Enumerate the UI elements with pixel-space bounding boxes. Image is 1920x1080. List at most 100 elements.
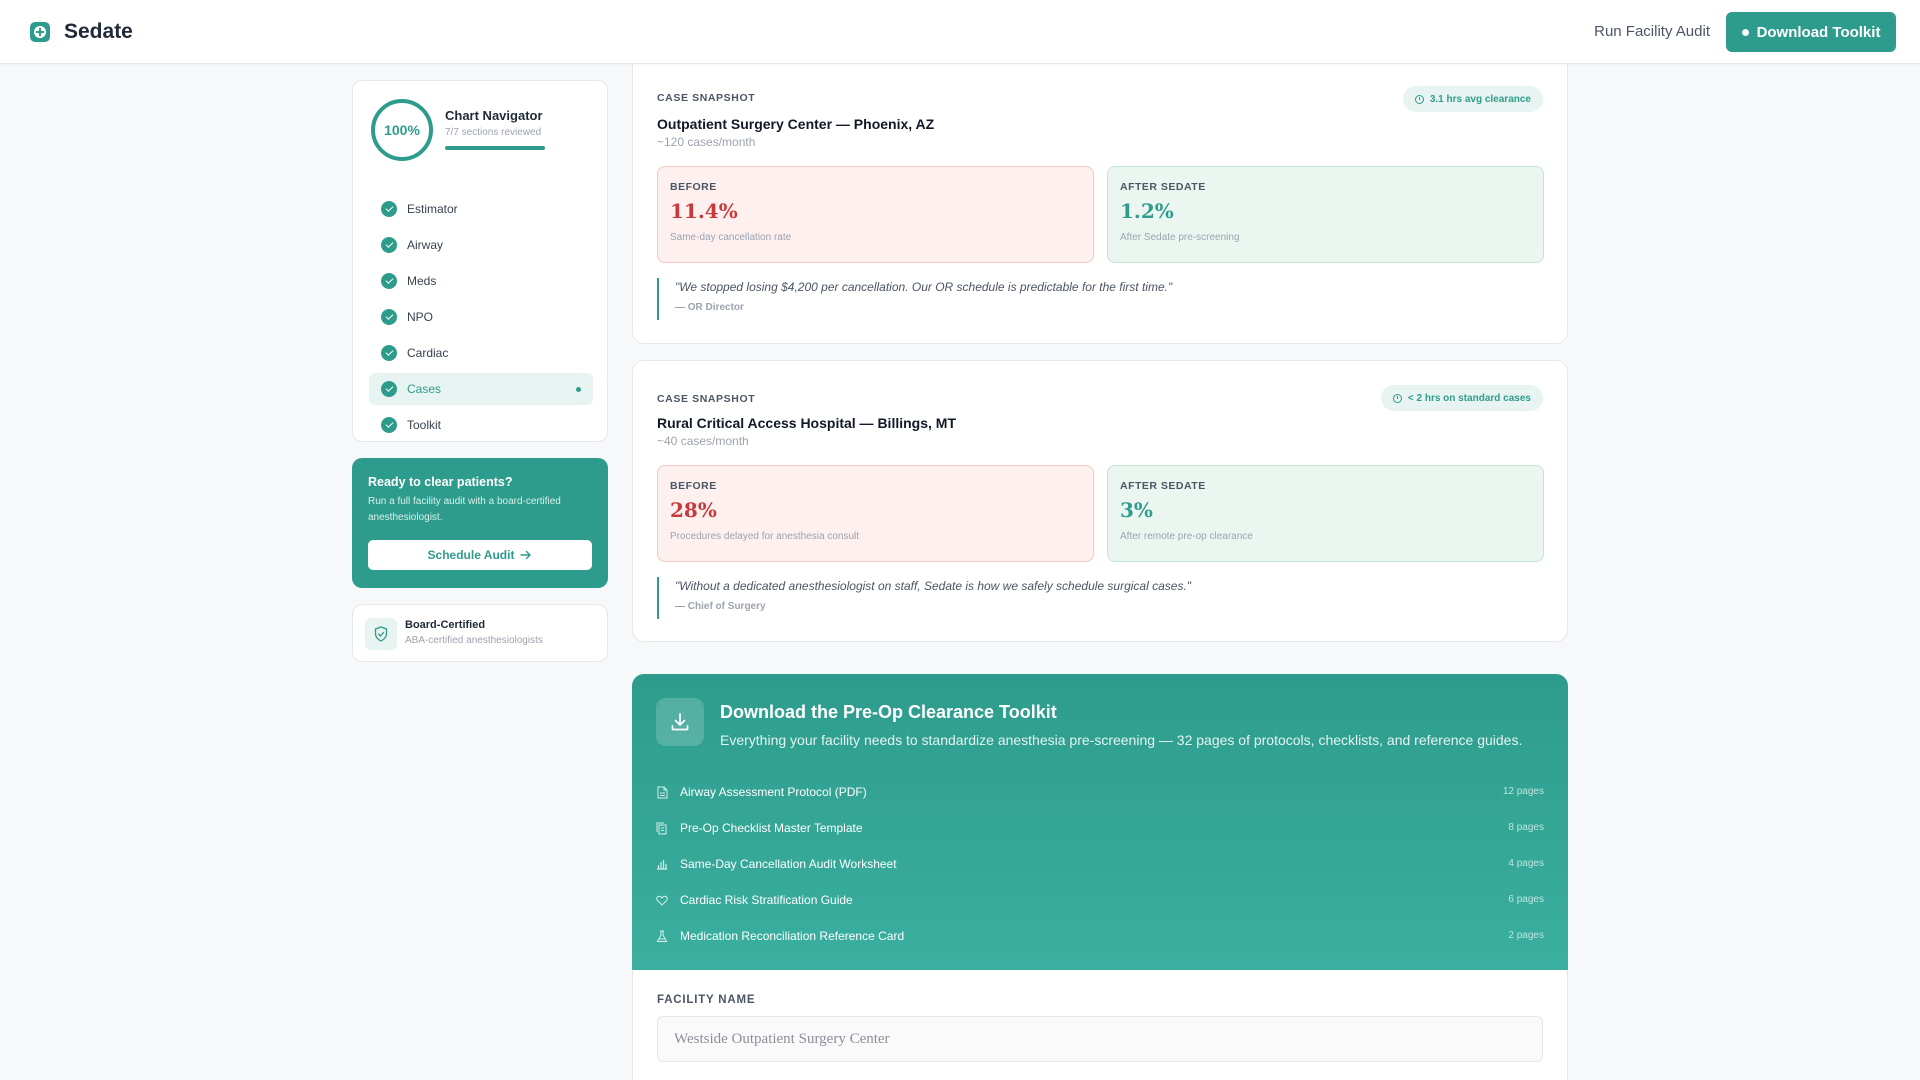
before-note: Procedures delayed for anesthesia consul… (670, 531, 860, 542)
nav-item-npo[interactable]: NPO (369, 301, 593, 333)
check-icon (381, 417, 397, 433)
nav-item-label: NPO (407, 310, 434, 324)
after-value: 1.2% (1120, 199, 1174, 223)
after-metric-box: AFTER SEDATE 3% After remote pre-op clea… (1107, 465, 1544, 562)
schedule-audit-card: Ready to clear patients? Run a full faci… (352, 458, 608, 588)
active-indicator-dot (576, 387, 581, 392)
clock-icon (1414, 94, 1424, 104)
quote-attribution: — Chief of Surgery (675, 601, 766, 612)
toolkit-item: Medication Reconciliation Reference Card… (656, 918, 1544, 954)
nav-item-cases[interactable]: Cases (369, 373, 593, 405)
check-icon (381, 237, 397, 253)
brand[interactable]: Sedate (30, 20, 133, 44)
toolkit-item-pages: 8 pages (1508, 822, 1544, 833)
check-icon (381, 201, 397, 217)
chart-navigator-card: 100% Chart Navigator 7/7 sections review… (352, 80, 608, 442)
navigator-progress-bar (445, 146, 545, 150)
toolkit-item-label: Same-Day Cancellation Audit Worksheet (680, 857, 897, 871)
case-snapshot-card: CASE SNAPSHOT 3.1 hrs avg clearance Outp… (632, 60, 1568, 344)
cert-subtitle: ABA-certified anesthesiologists (405, 635, 543, 646)
check-icon (381, 345, 397, 361)
cta-text: Run a full facility audit with a board-c… (368, 496, 561, 523)
dot-icon (1741, 28, 1749, 36)
after-label: AFTER SEDATE (1120, 480, 1206, 492)
run-facility-audit-link[interactable]: Run Facility Audit (1594, 23, 1710, 40)
check-icon (381, 381, 397, 397)
testimonial-quote: "We stopped losing $4,200 per cancellati… (657, 278, 1537, 320)
sedate-logo-icon (30, 22, 50, 42)
case-label: CASE SNAPSHOT (657, 393, 756, 405)
document-icon (656, 786, 668, 798)
case-label: CASE SNAPSHOT (657, 92, 756, 104)
before-value: 11.4% (670, 199, 738, 223)
after-note: After remote pre-op clearance (1120, 531, 1253, 542)
nav-item-estimator[interactable]: Estimator (369, 193, 593, 225)
toolkit-item-pages: 4 pages (1508, 858, 1544, 869)
download-toolkit-button[interactable]: Download Toolkit (1726, 12, 1896, 52)
toolkit-item-pages: 12 pages (1502, 786, 1544, 797)
quote-text: "We stopped losing $4,200 per cancellati… (675, 280, 1173, 294)
nav-item-label: Cases (407, 382, 442, 396)
clearance-badge: < 2 hrs on standard cases (1380, 385, 1543, 411)
after-note: After Sedate pre-screening (1120, 232, 1240, 243)
toolkit-title: Download the Pre-Op Clearance Toolkit (720, 702, 1057, 722)
toolkit-item: Airway Assessment Protocol (PDF) 12 page… (656, 774, 1544, 810)
board-certified-card: Board-Certified ABA-certified anesthesio… (352, 604, 608, 662)
after-label: AFTER SEDATE (1120, 181, 1206, 193)
check-icon (381, 273, 397, 289)
bar-chart-icon (656, 858, 668, 870)
quote-text: "Without a dedicated anesthesiologist on… (675, 579, 1192, 593)
after-metric-box: AFTER SEDATE 1.2% After Sedate pre-scree… (1107, 166, 1544, 263)
case-title: Outpatient Surgery Center — Phoenix, AZ (657, 116, 935, 132)
nav-item-cardiac[interactable]: Cardiac (369, 337, 593, 369)
cta-title: Ready to clear patients? (368, 475, 513, 489)
before-value: 28% (670, 498, 717, 522)
schedule-audit-label: Schedule Audit (427, 548, 515, 562)
facility-name-input[interactable] (657, 1016, 1543, 1062)
navigator-list: Estimator Airway Meds NPO Cardiac Cases … (369, 193, 593, 445)
clearance-badge: 3.1 hrs avg clearance (1402, 86, 1543, 112)
nav-item-airway[interactable]: Airway (369, 229, 593, 261)
toolkit-download-panel: Download the Pre-Op Clearance Toolkit Ev… (632, 674, 1568, 970)
before-label: BEFORE (670, 480, 717, 492)
toolkit-item-pages: 2 pages (1508, 930, 1544, 941)
nav-item-label: Airway (407, 238, 444, 252)
case-title: Rural Critical Access Hospital — Billing… (657, 415, 956, 431)
heart-icon (656, 894, 668, 906)
arrow-right-icon (520, 550, 532, 560)
toolkit-item-label: Pre-Op Checklist Master Template (680, 821, 863, 835)
schedule-audit-button[interactable]: Schedule Audit (368, 540, 592, 570)
toolkit-item-label: Airway Assessment Protocol (PDF) (680, 785, 867, 799)
flask-icon (656, 930, 668, 942)
toolkit-item-pages: 6 pages (1508, 894, 1544, 905)
case-snapshot-card: CASE SNAPSHOT < 2 hrs on standard cases … (632, 360, 1568, 642)
toolkit-request-form: FACILITY NAME (632, 970, 1568, 1080)
download-toolkit-label: Download Toolkit (1756, 23, 1881, 41)
nav-item-label: Toolkit (407, 418, 442, 432)
nav-item-meds[interactable]: Meds (369, 265, 593, 297)
progress-percent: 100% (384, 122, 420, 138)
facility-name-label: FACILITY NAME (657, 994, 756, 1006)
before-metric-box: BEFORE 28% Procedures delayed for anesth… (657, 465, 1094, 562)
navigator-progress-fill (445, 146, 545, 150)
nav-item-label: Estimator (407, 202, 458, 216)
nav-item-toolkit[interactable]: Toolkit (369, 409, 593, 441)
toolkit-item: Cardiac Risk Stratification Guide 6 page… (656, 882, 1544, 918)
after-value: 3% (1120, 498, 1153, 522)
toolkit-item-label: Cardiac Risk Stratification Guide (680, 893, 853, 907)
toolkit-item: Same-Day Cancellation Audit Worksheet 4 … (656, 846, 1544, 882)
download-icon (656, 698, 704, 746)
toolkit-item-label: Medication Reconciliation Reference Card (680, 929, 905, 943)
check-icon (381, 309, 397, 325)
quote-attribution: — OR Director (675, 302, 744, 313)
testimonial-quote: "Without a dedicated anesthesiologist on… (657, 577, 1537, 619)
navigator-subtitle: 7/7 sections reviewed (445, 127, 542, 138)
toolkit-item: Pre-Op Checklist Master Template 8 pages (656, 810, 1544, 846)
clearance-badge-label: 3.1 hrs avg clearance (1429, 93, 1531, 105)
navigator-title: Chart Navigator (445, 108, 543, 123)
nav-item-label: Cardiac (407, 346, 449, 360)
nav-item-label: Meds (407, 274, 437, 288)
before-note: Same-day cancellation rate (670, 232, 792, 243)
clearance-badge-label: < 2 hrs on standard cases (1407, 392, 1531, 404)
copy-icon (656, 822, 668, 834)
